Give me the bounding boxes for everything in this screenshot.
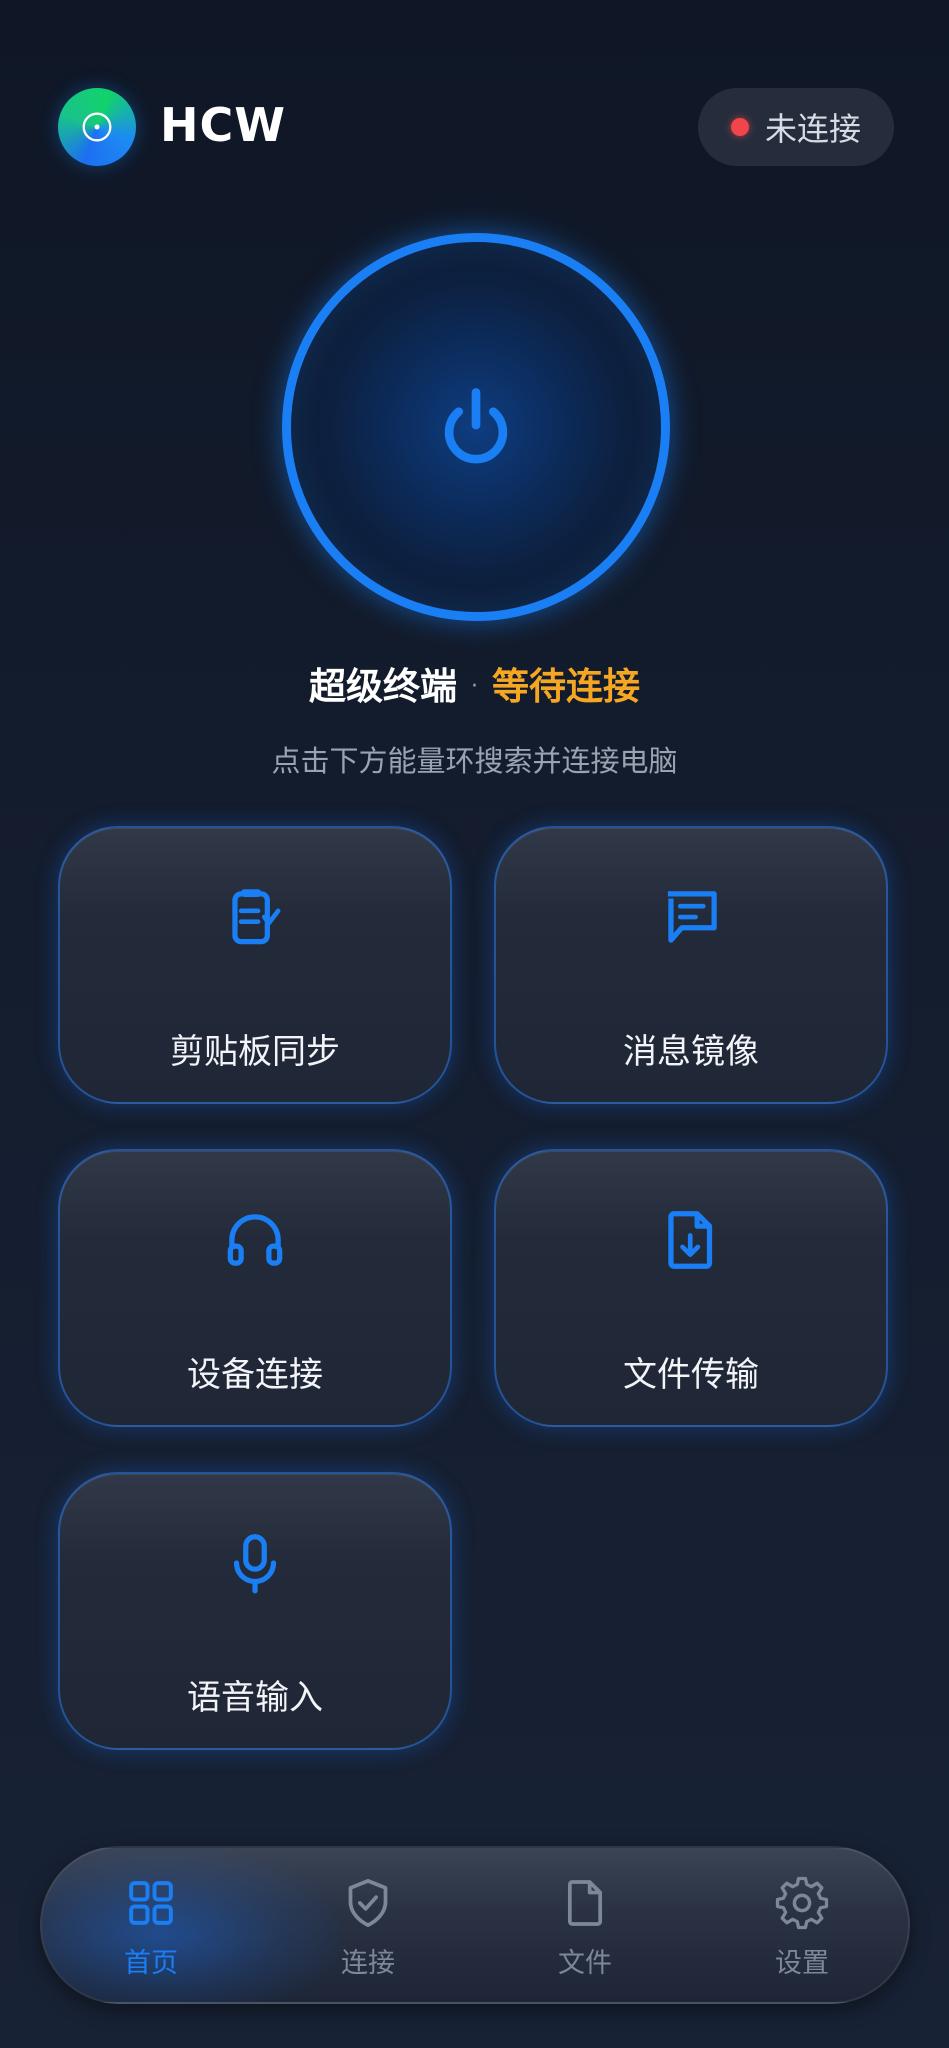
nav-tab-settings[interactable]: 设置 xyxy=(693,1848,908,2002)
terminal-title: 超级终端 xyxy=(309,665,457,708)
feature-card-device-connect[interactable]: 设备连接 xyxy=(58,1149,452,1427)
feature-label: 语音输入 xyxy=(187,1678,323,1718)
headphones-icon xyxy=(227,1214,283,1266)
app-logo xyxy=(58,88,136,166)
feature-label: 消息镜像 xyxy=(623,1032,759,1072)
terminal-status-headline: 超级终端 · 等待连接 xyxy=(0,656,949,710)
message-icon xyxy=(667,891,717,943)
nav-label: 连接 xyxy=(341,1947,395,1979)
nav-tab-connect[interactable]: 连接 xyxy=(259,1848,477,2002)
gear-icon xyxy=(775,1876,829,1929)
status-dot-icon xyxy=(730,118,749,136)
nav-label: 文件 xyxy=(558,1947,612,1979)
nav-tab-files[interactable]: 文件 xyxy=(476,1848,694,2002)
feature-label: 剪贴板同步 xyxy=(170,1032,340,1072)
nav-tab-home[interactable]: 首页 xyxy=(42,1848,260,2002)
app-title: HCW xyxy=(160,98,286,152)
connection-status-badge[interactable]: 未连接 xyxy=(698,88,894,166)
file-icon xyxy=(567,1879,603,1926)
feature-card-clipboard-sync[interactable]: 剪贴板同步 xyxy=(58,826,452,1104)
feature-card-message-mirror[interactable]: 消息镜像 xyxy=(494,826,888,1104)
grid-icon xyxy=(129,1880,173,1925)
file-download-icon xyxy=(668,1211,713,1269)
terminal-state: 等待连接 xyxy=(492,665,640,708)
feature-label: 文件传输 xyxy=(623,1355,759,1395)
nav-label: 首页 xyxy=(124,1947,178,1979)
feature-card-voice-input[interactable]: 语音输入 xyxy=(58,1472,452,1750)
bottom-navigation: 首页 连接 文件 设置 xyxy=(40,1846,910,2004)
nav-label: 设置 xyxy=(775,1947,829,1979)
feature-card-file-transfer[interactable]: 文件传输 xyxy=(494,1149,888,1427)
shield-check-icon xyxy=(348,1878,388,1927)
clipboard-check-icon xyxy=(232,889,281,945)
power-ring-button[interactable] xyxy=(282,233,670,621)
microphone-icon xyxy=(233,1534,277,1594)
connection-status-text: 未连接 xyxy=(764,110,861,148)
logo-ring-icon xyxy=(82,112,112,142)
connect-hint: 点击下方能量环搜索并连接电脑 xyxy=(271,744,678,778)
feature-label: 设备连接 xyxy=(187,1355,323,1395)
home-screen: HCW 未连接 超级终端 · 等待连接 点击下方能量环搜索并连接电脑 剪贴板同步 xyxy=(0,0,949,2048)
power-icon xyxy=(444,388,508,464)
headline-separator: · xyxy=(471,674,478,699)
